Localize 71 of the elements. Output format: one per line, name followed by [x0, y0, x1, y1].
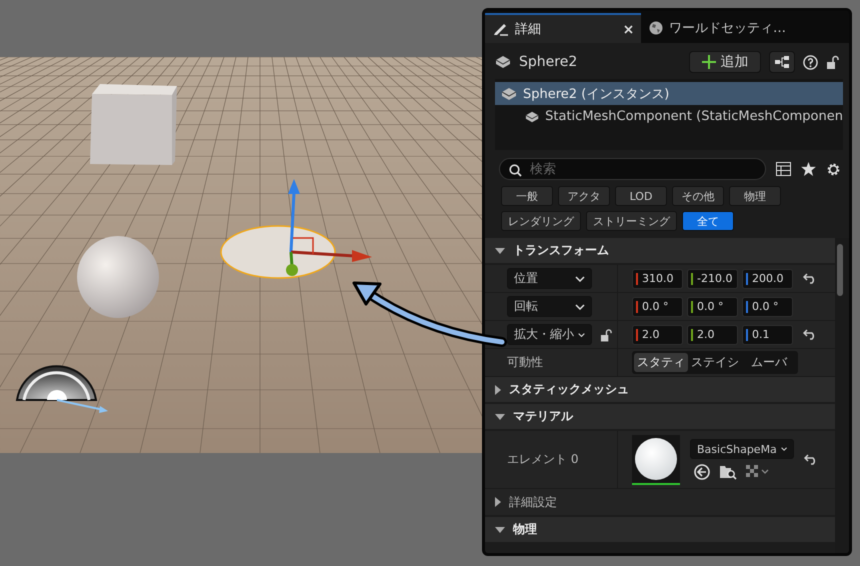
settings-icon[interactable]: [826, 162, 841, 176]
unlock-icon[interactable]: [600, 328, 612, 342]
filter-chip[interactable]: 物理: [729, 186, 781, 206]
property-dropdown[interactable]: 回転: [507, 296, 592, 317]
filter-chip[interactable]: LOD: [615, 186, 667, 206]
hierarchy-icon: [774, 56, 790, 68]
property-label: エレメント 0: [507, 451, 578, 468]
close-icon[interactable]: [624, 24, 633, 34]
table-icon[interactable]: [776, 162, 791, 176]
chevron-down-icon: [578, 332, 585, 338]
panel-tab[interactable]: ワールドセッティ…: [641, 13, 794, 43]
number-field[interactable]: 2.0: [687, 324, 738, 344]
folder-search-icon[interactable]: [719, 464, 737, 480]
half-dome-icon: [16, 365, 97, 401]
component-label: Sphere2 (インスタンス): [523, 86, 670, 102]
property-dropdown[interactable]: 位置: [507, 268, 592, 289]
number-field[interactable]: -210.0: [687, 268, 738, 288]
cube-icon: [495, 55, 511, 69]
filter-chip[interactable]: アクタ: [558, 186, 610, 206]
chevron-down-icon: [780, 446, 787, 452]
component-item[interactable]: Sphere2 (インスタンス): [495, 82, 843, 105]
material-thumbnail[interactable]: [632, 434, 680, 484]
hierarchy-button[interactable]: [769, 51, 795, 73]
search-field[interactable]: 検索: [499, 158, 766, 180]
section-header[interactable]: 物理: [485, 517, 835, 544]
number-field[interactable]: 310.0: [632, 268, 683, 288]
mobility-option[interactable]: ステイシ: [688, 353, 742, 372]
filter-chip[interactable]: 一般: [501, 186, 553, 206]
transform-gizmo-icon: [286, 179, 372, 276]
component-label: StaticMeshComponent (StaticMeshComponen: [545, 109, 843, 124]
filter-chip[interactable]: レンダリング: [501, 211, 581, 231]
direction-arrow-icon: [56, 399, 108, 413]
reset-icon[interactable]: [803, 273, 817, 284]
tab-label: ワールドセッティ…: [669, 20, 786, 37]
number-field[interactable]: 200.0: [742, 268, 793, 288]
filter-chip[interactable]: ストリーミング: [586, 211, 677, 231]
filter-chip[interactable]: その他: [672, 186, 724, 206]
filter-chip[interactable]: 全て: [682, 211, 734, 231]
cube-icon: [501, 86, 517, 100]
plus-icon: [702, 55, 716, 69]
unlock-icon[interactable]: [826, 55, 839, 69]
number-field[interactable]: 0.0 °: [742, 296, 793, 316]
subsection-header[interactable]: 詳細設定: [485, 489, 835, 517]
chevron-down-icon: [575, 304, 585, 310]
chevron-down-icon: [575, 276, 585, 282]
pencil-icon: [493, 22, 509, 36]
globe-icon: [649, 21, 663, 35]
section-header[interactable]: マテリアル: [485, 404, 835, 431]
help-icon[interactable]: [803, 54, 818, 70]
number-field[interactable]: 0.0 °: [687, 296, 738, 316]
section-header[interactable]: スタティックメッシュ: [485, 377, 835, 404]
arrow-left-circle-icon[interactable]: [694, 464, 710, 480]
reset-icon[interactable]: [803, 329, 817, 340]
component-item[interactable]: StaticMeshComponent (StaticMeshComponen: [495, 105, 843, 128]
panel-tab[interactable]: 詳細: [485, 13, 641, 43]
star-icon[interactable]: [801, 162, 816, 176]
cube-icon: [525, 110, 540, 124]
add-button[interactable]: 追加: [689, 51, 761, 73]
scrollbar-thumb[interactable]: [837, 244, 843, 296]
section-header[interactable]: トランスフォーム: [485, 238, 835, 265]
reset-icon[interactable]: [804, 454, 818, 465]
actor-name: Sphere2: [519, 54, 578, 70]
number-field[interactable]: 2.0: [632, 324, 683, 344]
number-field[interactable]: 0.1: [742, 324, 793, 344]
tab-label: 詳細: [515, 21, 541, 38]
mobility-option[interactable]: ムーバ: [742, 353, 796, 372]
property-dropdown[interactable]: 拡大・縮小: [507, 324, 592, 345]
mobility-option[interactable]: スタティ: [634, 353, 688, 372]
number-field[interactable]: 0.0 °: [632, 296, 683, 316]
property-label: 可動性: [507, 354, 543, 371]
asset-dropdown[interactable]: BasicShapeMa: [690, 439, 794, 459]
